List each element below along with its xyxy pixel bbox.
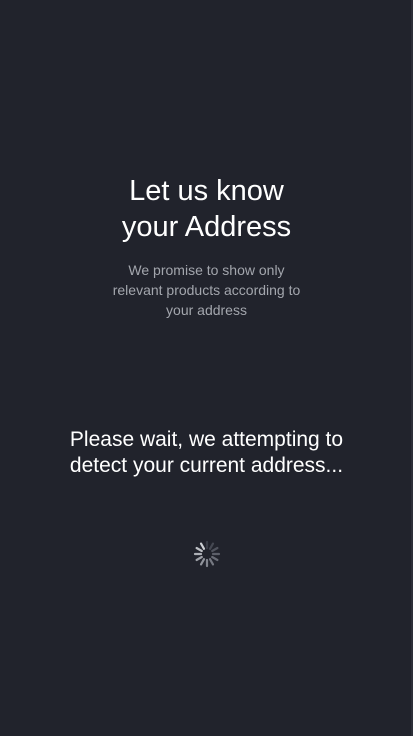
loading-spinner-icon: [192, 539, 222, 569]
title-line-2: your Address: [121, 211, 292, 243]
title-line-1: Let us know: [129, 175, 284, 207]
address-detection-screen: Let us know your Address We promise to s…: [0, 0, 413, 736]
detecting-address-message: Please wait, we attempting to detect you…: [69, 428, 344, 477]
page-subtitle: We promise to show only relevant product…: [112, 262, 301, 318]
page-title: Let us know your Address: [0, 173, 413, 245]
